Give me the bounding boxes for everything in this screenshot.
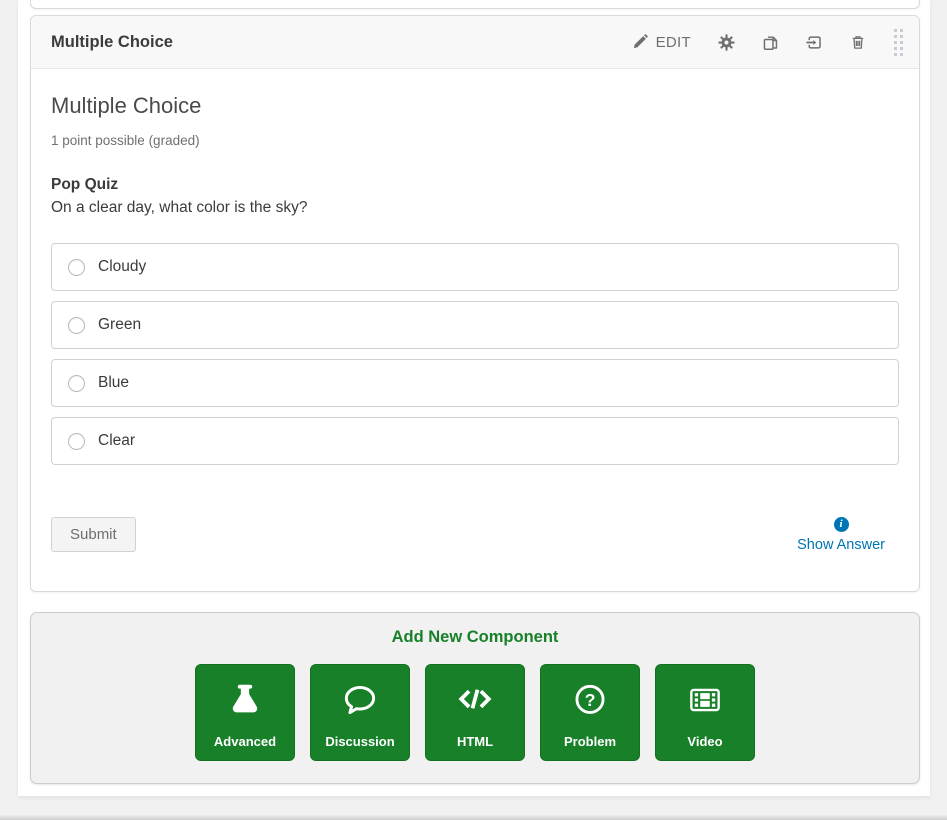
flask-icon: [226, 665, 264, 734]
choice-label: Blue: [98, 374, 129, 392]
problem-actions: Submit i Show Answer: [51, 517, 899, 553]
show-answer-block: i Show Answer: [797, 517, 885, 553]
add-new-component-panel: Add New Component Advanced Discussion: [30, 612, 920, 784]
multiple-choice-component-card: Multiple Choice EDIT: [30, 15, 920, 592]
add-advanced-button[interactable]: Advanced: [195, 664, 295, 761]
choice-row-green[interactable]: Green: [51, 301, 899, 349]
previous-component-edge: [30, 0, 920, 9]
add-button-label: Problem: [564, 734, 616, 749]
points-possible-text: 1 point possible (graded): [51, 133, 899, 148]
question-circle-icon: ?: [571, 665, 609, 734]
add-button-label: Discussion: [325, 734, 394, 749]
choice-row-clear[interactable]: Clear: [51, 417, 899, 465]
delete-button[interactable]: [850, 34, 866, 51]
problem-title: Multiple Choice: [51, 93, 899, 119]
radio-button[interactable]: [68, 375, 85, 392]
add-problem-button[interactable]: ? Problem: [540, 664, 640, 761]
duplicate-icon: [762, 34, 779, 51]
add-button-label: Video: [687, 734, 722, 749]
radio-button[interactable]: [68, 317, 85, 334]
submit-button[interactable]: Submit: [51, 517, 136, 552]
choice-row-blue[interactable]: Blue: [51, 359, 899, 407]
edit-button[interactable]: EDIT: [632, 34, 691, 51]
page-bottom-shadow: [0, 815, 947, 820]
add-discussion-button[interactable]: Discussion: [310, 664, 410, 761]
content-column: Multiple Choice EDIT: [18, 0, 930, 796]
svg-text:?: ?: [585, 689, 596, 709]
show-answer-link[interactable]: Show Answer: [797, 537, 885, 553]
component-header: Multiple Choice EDIT: [31, 16, 919, 69]
component-toolbar: EDIT: [605, 25, 907, 60]
choice-label: Green: [98, 316, 141, 334]
question-title: Pop Quiz: [51, 176, 899, 194]
code-icon: [456, 665, 494, 734]
add-button-label: HTML: [457, 734, 493, 749]
trash-icon: [850, 34, 866, 51]
film-icon: [686, 665, 724, 734]
radio-button[interactable]: [68, 433, 85, 450]
edit-button-label: EDIT: [656, 34, 691, 51]
component-title: Multiple Choice: [51, 33, 173, 52]
discussion-bubble-icon: [341, 665, 379, 734]
choice-label: Cloudy: [98, 258, 146, 276]
component-type-buttons: Advanced Discussion HT: [31, 664, 919, 761]
duplicate-button[interactable]: [762, 34, 779, 51]
gear-icon: [718, 34, 735, 51]
move-icon: [806, 34, 823, 51]
settings-button[interactable]: [718, 34, 735, 51]
add-video-button[interactable]: Video: [655, 664, 755, 761]
choice-label: Clear: [98, 432, 135, 450]
add-html-button[interactable]: HTML: [425, 664, 525, 761]
pencil-icon: [632, 34, 648, 50]
radio-button[interactable]: [68, 259, 85, 276]
problem-preview: Multiple Choice 1 point possible (graded…: [31, 69, 919, 591]
drag-handle-icon[interactable]: [892, 25, 905, 60]
add-new-component-title: Add New Component: [31, 628, 919, 647]
add-button-label: Advanced: [214, 734, 276, 749]
choice-row-cloudy[interactable]: Cloudy: [51, 243, 899, 291]
info-icon[interactable]: i: [834, 517, 849, 532]
question-text: On a clear day, what color is the sky?: [51, 199, 899, 217]
move-button[interactable]: [806, 34, 823, 51]
